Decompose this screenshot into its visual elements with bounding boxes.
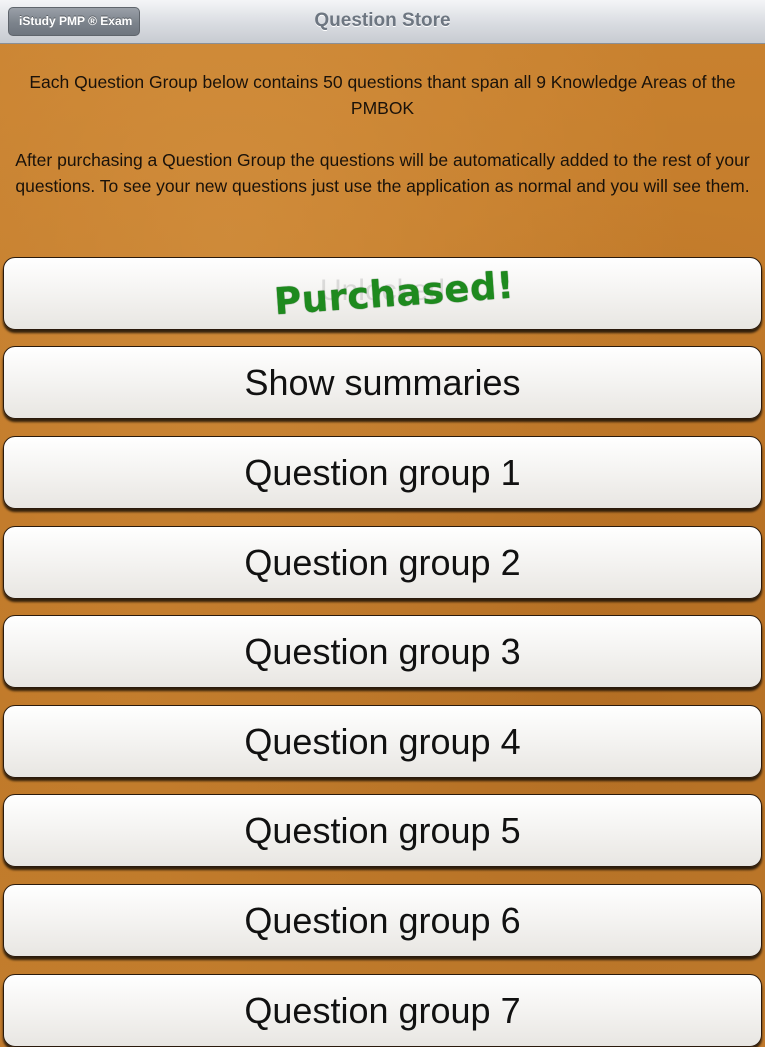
navigation-bar: iStudy PMP ® Exam Question Store [0, 0, 765, 44]
row-label: Question group 3 [244, 631, 521, 672]
question-group-3-button[interactable]: Question group 3 [3, 615, 762, 688]
question-group-1-button[interactable]: Question group 1 [3, 436, 762, 509]
row-label: Question group 7 [244, 990, 521, 1031]
question-group-6-button[interactable]: Question group 6 [3, 884, 762, 957]
row-label: Question group 4 [244, 721, 521, 762]
row-label: Question group 2 [244, 542, 521, 583]
intro-text-1: Each Question Group below contains 50 qu… [29, 72, 736, 118]
question-group-7-button[interactable]: Question group 7 [3, 974, 762, 1047]
page-title: Question Store [314, 10, 451, 31]
row-label: Question group 6 [244, 900, 521, 941]
store-content: Each Question Group below contains 50 qu… [0, 44, 765, 1047]
show-summaries-button[interactable]: Show summaries [3, 346, 762, 419]
question-group-5-button[interactable]: Question group 5 [3, 794, 762, 867]
question-group-2-button[interactable]: Question group 2 [3, 526, 762, 599]
unlock-all-button[interactable]: Unlocked Purchased! [3, 257, 762, 330]
row-label: Show summaries [244, 362, 521, 403]
row-label: Question group 1 [244, 452, 521, 493]
row-label: Question group 5 [244, 810, 521, 851]
intro-text-2: After purchasing a Question Group the qu… [15, 150, 750, 196]
question-group-4-button[interactable]: Question group 4 [3, 705, 762, 778]
